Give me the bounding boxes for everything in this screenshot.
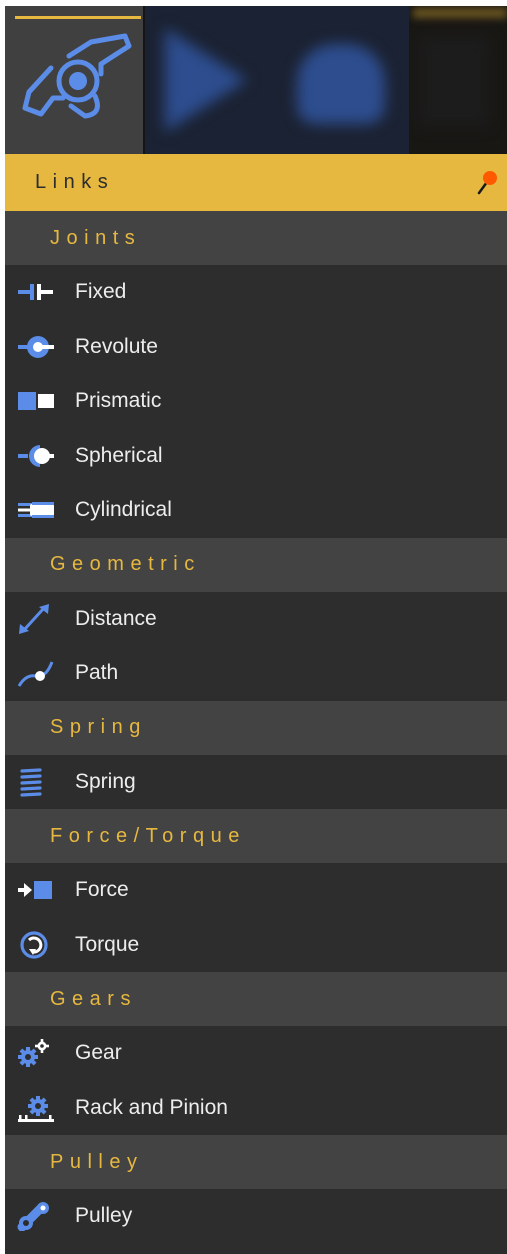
section-title: Spring (50, 716, 147, 738)
item-rack-and-pinion[interactable]: Rack and Pinion (5, 1080, 507, 1135)
item-revolute[interactable]: Revolute (5, 319, 507, 374)
gear-icon (16, 1038, 68, 1068)
cylindrical-joint-icon (16, 495, 68, 525)
tab-play[interactable] (145, 6, 273, 154)
panel-title-bar: Links (5, 154, 507, 211)
links-list: Links Joints Fixed Revolute Prismatic Sp… (5, 154, 507, 1244)
item-label: Fixed (75, 280, 127, 304)
item-fixed[interactable]: Fixed (5, 265, 507, 320)
item-spring[interactable]: Spring (5, 754, 507, 809)
item-torque[interactable]: Torque (5, 917, 507, 972)
item-label: Distance (75, 606, 157, 630)
pin-icon[interactable] (475, 168, 499, 196)
item-gear[interactable]: Gear (5, 1026, 507, 1081)
tab-strip (5, 6, 507, 154)
section-title: Force/Torque (50, 824, 246, 847)
item-distance[interactable]: Distance (5, 591, 507, 646)
prismatic-joint-icon (16, 386, 68, 416)
item-label: Prismatic (75, 389, 162, 413)
tab-blank[interactable] (409, 6, 507, 154)
item-prismatic[interactable]: Prismatic (5, 374, 507, 429)
section-force-torque: Force/Torque (5, 809, 507, 863)
robot-icon (297, 44, 385, 124)
pulley-icon (16, 1201, 68, 1232)
section-title: Pulley (50, 1150, 144, 1173)
section-title: Geometric (50, 553, 201, 575)
section-joints: Joints (5, 211, 507, 265)
distance-icon (16, 603, 68, 634)
tab-robot[interactable] (273, 6, 409, 154)
rack-and-pinion-icon (16, 1093, 68, 1123)
item-label: Path (75, 661, 119, 685)
item-path[interactable]: Path (5, 646, 507, 701)
item-label: Rack and Pinion (75, 1095, 228, 1119)
links-panel: Links Joints Fixed Revolute Prismatic Sp… (5, 6, 507, 1254)
blank-icon (419, 36, 489, 126)
force-icon (16, 875, 68, 905)
section-gears: Gears (5, 972, 507, 1026)
section-geometric: Geometric (5, 537, 507, 592)
section-pulley: Pulley (5, 1135, 507, 1189)
section-spring: Spring (5, 700, 507, 755)
revolute-joint-icon (16, 332, 68, 362)
item-label: Gear (75, 1041, 122, 1065)
item-label: Force (75, 878, 129, 902)
item-force[interactable]: Force (5, 863, 507, 918)
item-label: Revolute (75, 334, 158, 358)
item-label: Cylindrical (75, 498, 172, 522)
item-label: Torque (75, 932, 140, 956)
item-pulley[interactable]: Pulley (5, 1189, 507, 1244)
torque-icon (16, 930, 68, 960)
item-cylindrical[interactable]: Cylindrical (5, 483, 507, 538)
spring-icon (16, 767, 68, 797)
linkage-icon (22, 33, 132, 119)
item-label: Spring (75, 769, 136, 793)
section-title: Joints (50, 226, 142, 249)
play-icon (165, 28, 247, 132)
item-spherical[interactable]: Spherical (5, 428, 507, 483)
path-icon (16, 658, 68, 688)
item-label: Pulley (75, 1204, 133, 1228)
fixed-joint-icon (16, 277, 68, 307)
section-title: Gears (50, 987, 137, 1010)
item-label: Spherical (75, 443, 163, 467)
tab-links[interactable] (5, 6, 143, 154)
panel-title: Links (35, 171, 115, 193)
spherical-joint-icon (16, 441, 68, 471)
